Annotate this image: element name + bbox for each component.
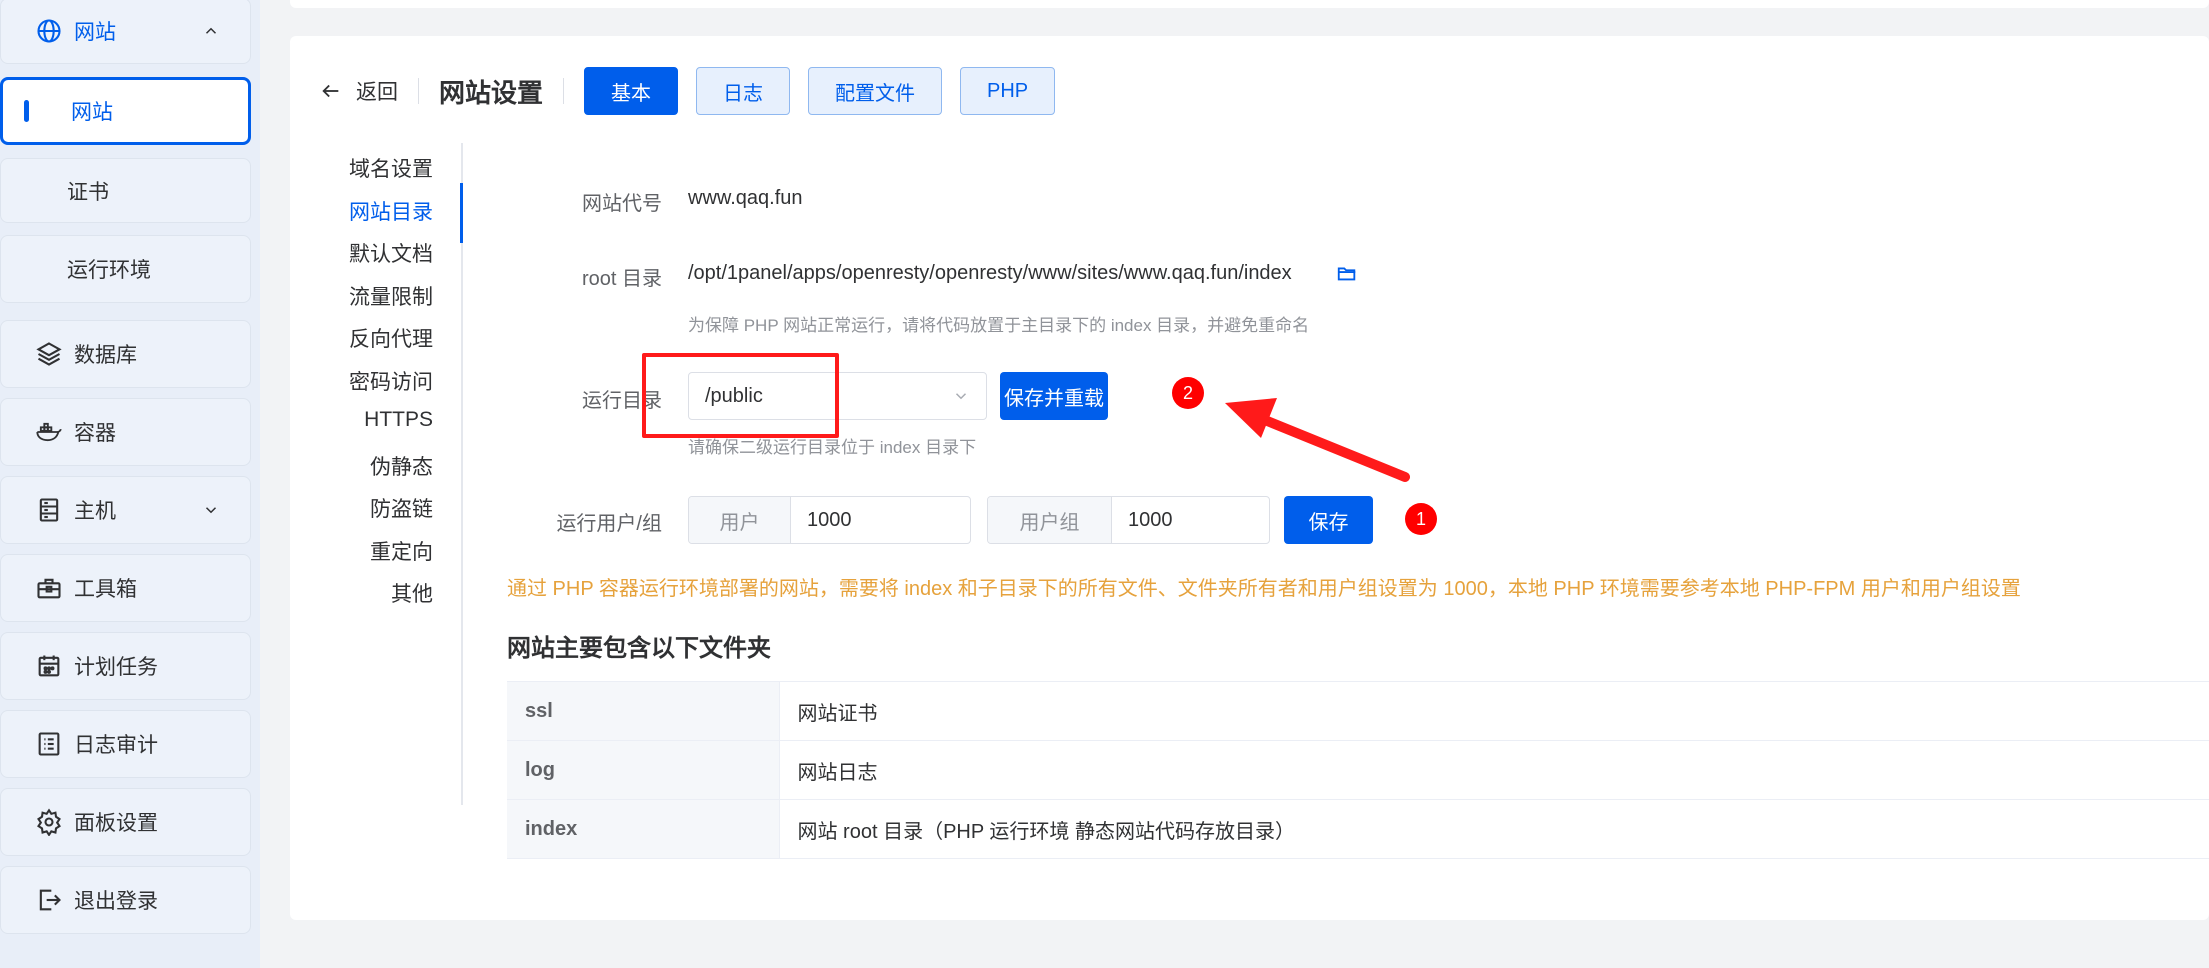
folder-name: log	[507, 740, 780, 800]
folder-desc: 网站日志	[779, 740, 2209, 800]
tab-php[interactable]: PHP	[960, 67, 1056, 115]
group-prefix: 用户组	[988, 497, 1112, 543]
submenu-rewrite[interactable]: 伪静态	[370, 451, 433, 481]
annotation-arrow	[1225, 398, 1410, 482]
save-button[interactable]: 保存	[1284, 496, 1373, 544]
folder-name: ssl	[507, 681, 780, 741]
permission-warning: 通过 PHP 容器运行环境部署的网站，需要将 index 和子目录下的所有文件、…	[507, 578, 2021, 600]
submenu-reverse-proxy[interactable]: 反向代理	[349, 323, 433, 353]
page-header: 返回 网站设置 基本 日志 配置文件 PHP	[320, 66, 1073, 116]
root-dir-label: root 目录	[581, 268, 662, 290]
annotation-highlight-box	[642, 353, 839, 438]
sidebar-item-log-audit[interactable]: 日志审计	[0, 710, 251, 778]
sidebar-subitem-certificate[interactable]: 证书	[0, 158, 251, 223]
run-user-label: 运行用户/组	[556, 513, 662, 535]
table-row: log 网站日志	[507, 740, 2209, 800]
table-row: ssl 网站证书	[507, 681, 2209, 741]
site-code-value: www.qaq.fun	[688, 187, 803, 209]
active-indicator	[24, 100, 29, 122]
save-and-reload-button[interactable]: 保存并重载	[1000, 372, 1108, 420]
sidebar-item-label: 数据库	[74, 344, 137, 367]
divider	[563, 78, 565, 104]
tab-log[interactable]: 日志	[696, 67, 791, 115]
server-icon	[34, 495, 64, 525]
user-input-group: 用户 1000	[688, 496, 971, 544]
sidebar-group-website-label: 网站	[74, 21, 116, 44]
sidebar-subitem-label: 运行环境	[67, 259, 151, 282]
docker-icon	[34, 417, 64, 447]
sidebar-item-cron[interactable]: 计划任务	[0, 632, 251, 700]
sidebar-item-database[interactable]: 数据库	[0, 320, 251, 388]
back-label: 返回	[356, 81, 398, 104]
user-prefix: 用户	[689, 497, 791, 543]
submenu-site-dir[interactable]: 网站目录	[349, 196, 433, 226]
table-row: index 网站 root 目录（PHP 运行环境 静态网站代码存放目录）	[507, 799, 2209, 859]
arrow-left-icon	[322, 84, 339, 98]
log-icon	[34, 729, 64, 759]
logout-icon	[34, 885, 64, 915]
layers-icon	[34, 339, 64, 369]
folder-desc: 网站 root 目录（PHP 运行环境 静态网站代码存放目录）	[779, 799, 2209, 859]
sidebar-item-host[interactable]: 主机	[0, 476, 251, 544]
submenu-other[interactable]: 其他	[391, 578, 433, 608]
root-dir-hint: 为保障 PHP 网站正常运行，请将代码放置于主目录下的 index 目录，并避免…	[688, 316, 1310, 335]
sidebar-item-container[interactable]: 容器	[0, 398, 251, 466]
chevron-up-icon	[205, 27, 217, 34]
sidebar-item-label: 面板设置	[74, 812, 158, 835]
back-button[interactable]: 返回	[320, 76, 398, 106]
submenu-password-access[interactable]: 密码访问	[349, 366, 433, 396]
sidebar-subitem-runtime[interactable]: 运行环境	[0, 235, 251, 303]
chevron-down-icon	[205, 507, 217, 514]
group-input-group: 用户组 1000	[987, 496, 1270, 544]
sidebar-item-label: 退出登录	[74, 890, 158, 913]
user-input[interactable]: 1000	[791, 497, 970, 543]
sidebar-subitem-website[interactable]: 网站	[0, 77, 251, 145]
globe-icon	[34, 16, 64, 46]
top-card	[290, 0, 2209, 8]
sidebar-item-label: 计划任务	[74, 656, 158, 679]
submenu-active-indicator	[460, 183, 463, 243]
folders-title: 网站主要包含以下文件夹	[507, 635, 771, 662]
submenu-rate-limit[interactable]: 流量限制	[349, 281, 433, 311]
group-input[interactable]: 1000	[1112, 497, 1269, 543]
calendar-icon	[34, 651, 64, 681]
sidebar-group-website[interactable]: 网站	[0, 0, 251, 64]
chevron-down-icon	[955, 393, 967, 400]
sidebar-item-label: 工具箱	[74, 578, 137, 601]
page-title: 网站设置	[439, 77, 544, 108]
sidebar-item-toolbox[interactable]: 工具箱	[0, 554, 251, 622]
sidebar-item-label: 容器	[74, 422, 116, 445]
folder-name: index	[507, 799, 780, 859]
folder-open-icon[interactable]	[1336, 262, 1358, 284]
divider	[418, 78, 419, 104]
sidebar-item-panel-settings[interactable]: 面板设置	[0, 788, 251, 856]
settings-submenu: 域名设置 网站目录 默认文档 流量限制 反向代理 密码访问 HTTPS 伪静态 …	[290, 143, 463, 805]
tab-basic[interactable]: 基本	[584, 67, 679, 115]
sidebar-item-label: 主机	[74, 500, 116, 523]
sidebar-item-logout[interactable]: 退出登录	[0, 866, 251, 934]
sidebar: 网站 网站 证书 运行环境 数据库 容器 主机 工具箱 计划任务 日志审计 面板…	[0, 0, 260, 968]
submenu-hotlink[interactable]: 防盗链	[370, 493, 433, 523]
folders-table: ssl 网站证书 log 网站日志 index 网站 root 目录（PHP 运…	[507, 681, 2209, 859]
submenu-default-doc[interactable]: 默认文档	[349, 238, 433, 268]
tab-config-file[interactable]: 配置文件	[808, 67, 943, 115]
toolbox-icon	[34, 573, 64, 603]
site-code-label: 网站代号	[582, 193, 662, 215]
submenu-https[interactable]: HTTPS	[364, 408, 433, 432]
annotation-badge-1: 1	[1405, 503, 1437, 535]
folder-desc: 网站证书	[779, 681, 2209, 741]
root-dir-value: /opt/1panel/apps/openresty/openresty/www…	[688, 262, 1292, 284]
submenu-domain[interactable]: 域名设置	[349, 153, 433, 183]
sidebar-item-label: 日志审计	[74, 734, 158, 757]
sidebar-subitem-label: 网站	[71, 101, 113, 124]
sidebar-subitem-label: 证书	[67, 180, 109, 204]
gear-icon	[34, 807, 64, 837]
annotation-badge-2: 2	[1172, 377, 1204, 409]
submenu-redirect[interactable]: 重定向	[370, 536, 433, 566]
